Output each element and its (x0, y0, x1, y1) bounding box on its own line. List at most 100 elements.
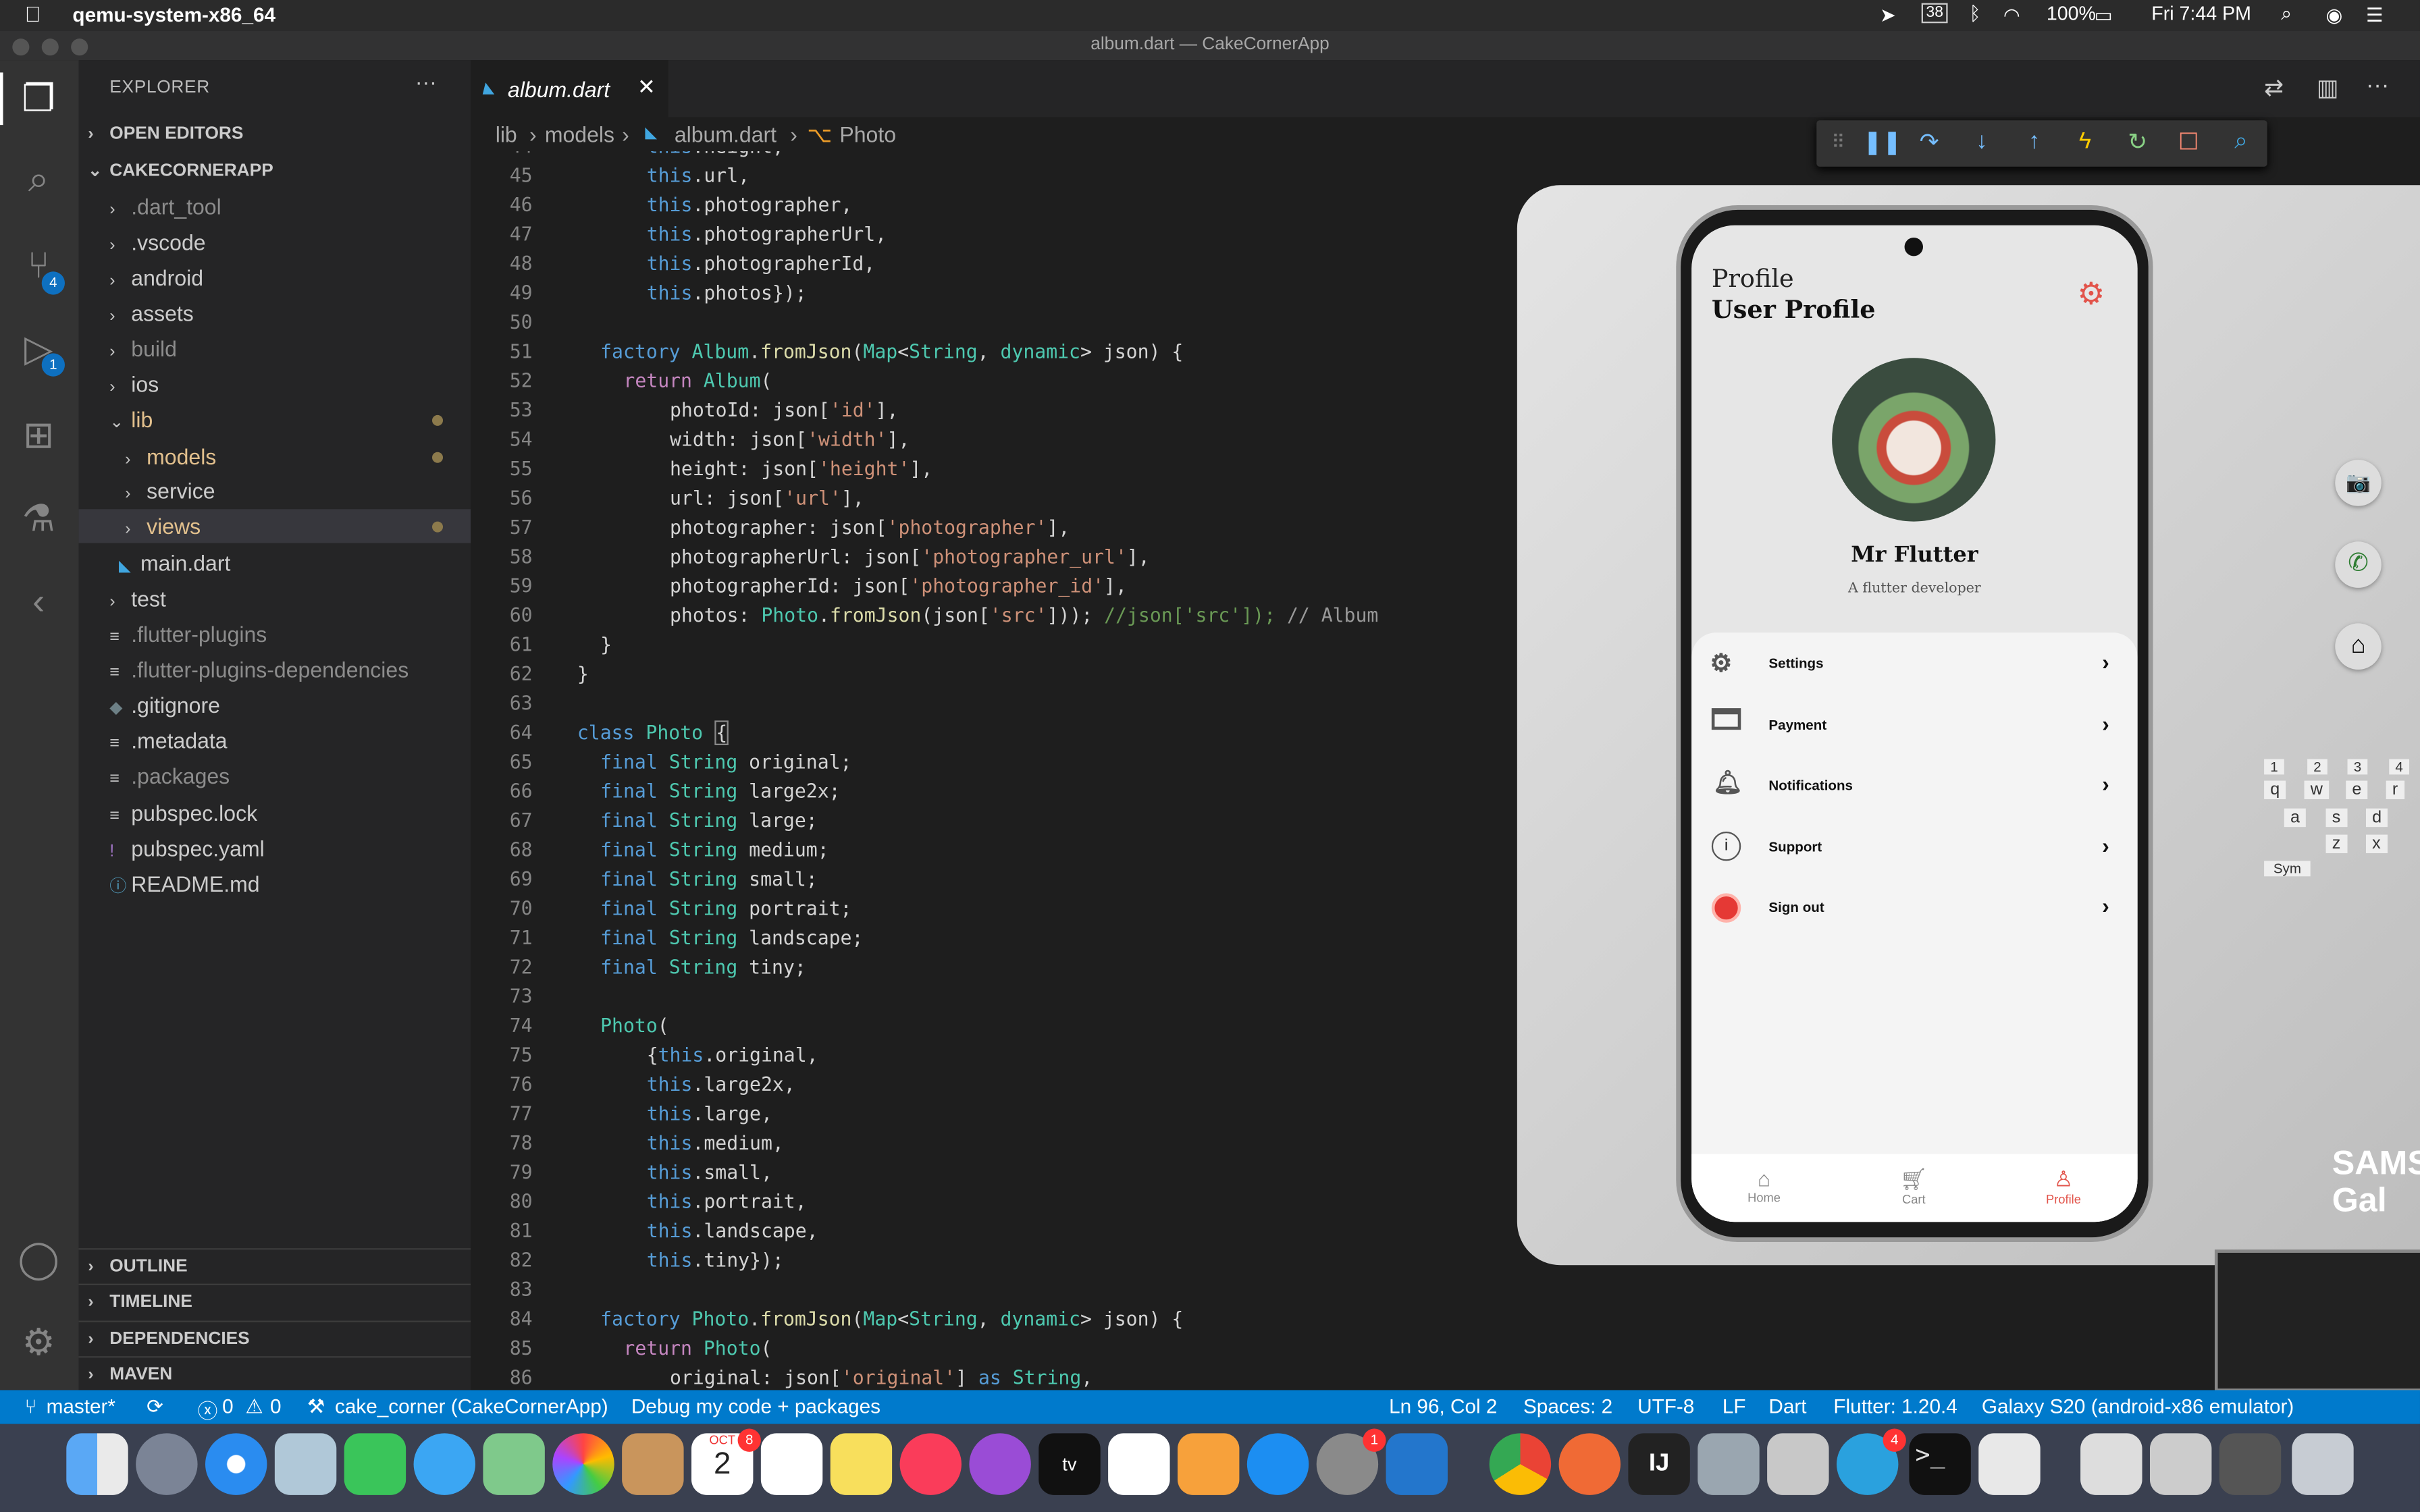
phone-icon[interactable]: ✆ (2335, 541, 2382, 588)
breadcrumb-item[interactable]: album.dart (675, 122, 777, 147)
error-count[interactable]: 0 (222, 1395, 234, 1418)
apple-icon[interactable]:  (25, 1, 41, 26)
downloads-stack-icon[interactable] (2080, 1433, 2142, 1495)
tab-album-dart[interactable]: ◣ album.dart ✕ (471, 60, 668, 117)
chrome-icon[interactable] (1489, 1433, 1552, 1495)
indentation[interactable]: Spaces: 2 (1523, 1395, 1612, 1418)
launch-config[interactable]: cake_corner (CakeCornerApp) (335, 1395, 608, 1418)
nav-profile[interactable]: ♙ Profile (2036, 1166, 2091, 1206)
flutter-version[interactable]: Flutter: 1.20.4 (1833, 1395, 1957, 1418)
postman-icon[interactable] (1558, 1433, 1621, 1495)
safari-icon[interactable] (205, 1433, 267, 1495)
search-icon[interactable]: ⌕ (2281, 3, 2292, 26)
launchpad-icon[interactable] (136, 1433, 198, 1495)
warning-count[interactable]: 0 (270, 1395, 282, 1418)
account-icon[interactable]: ◯ (14, 1236, 63, 1285)
more-icon[interactable]: ··· (2366, 72, 2389, 99)
apple-tv-icon[interactable]: tv (1038, 1433, 1101, 1495)
tree-item[interactable]: ≡ .packages (79, 759, 471, 793)
photos-icon[interactable] (552, 1433, 614, 1495)
explorer-icon[interactable]: ❐ (14, 76, 63, 125)
hot-reload-icon[interactable]: ϟ (2070, 128, 2101, 155)
gear-icon[interactable]: ⚙ (14, 1319, 63, 1368)
devtools-icon[interactable]: ⌕ (2226, 128, 2257, 155)
menu-notifications[interactable]: 🔔︎ Notifications › (1691, 755, 2138, 816)
pause-icon[interactable]: ❚❚ (1863, 128, 1901, 156)
minimize-window-button[interactable] (41, 38, 59, 56)
maven-section[interactable]: › MAVEN (78, 1356, 471, 1390)
tree-item-views[interactable]: › views (78, 509, 471, 543)
intellij-icon[interactable]: IJ (1628, 1433, 1690, 1495)
tree-item[interactable]: ≡ .flutter-plugins (79, 617, 471, 651)
siri-icon[interactable]: ◉ (2326, 3, 2343, 26)
dependencies-section[interactable]: › DEPENDENCIES (78, 1320, 471, 1355)
compare-icon[interactable]: ⇄ (2264, 74, 2284, 102)
cursor-position[interactable]: Ln 96, Col 2 (1389, 1395, 1497, 1418)
sync-icon[interactable]: ⟳ (147, 1395, 163, 1420)
menu-payment[interactable]: Payment › (1691, 695, 2138, 756)
tree-item[interactable]: ≡ pubspec.lock (79, 796, 471, 830)
extensions-icon[interactable]: ⊞ (14, 412, 63, 461)
line-ending[interactable]: LF (1722, 1395, 1746, 1418)
git-branch[interactable]: master* (47, 1395, 115, 1418)
tree-item-main-dart[interactable]: ◣ main.dart (79, 546, 471, 580)
home-key-icon[interactable]: ⌂ (2335, 623, 2382, 670)
terminal-icon[interactable]: >_ (1909, 1433, 1971, 1495)
tree-item[interactable]: ≡ .metadata (79, 724, 471, 757)
outline-section[interactable]: › OUTLINE (78, 1248, 471, 1282)
menu-support[interactable]: i Support › (1691, 816, 2138, 878)
timeline-section[interactable]: › TIMELINE (78, 1283, 471, 1318)
control-center-icon[interactable]: ☰ (2366, 3, 2384, 26)
split-editor-icon[interactable]: ▥ (2317, 74, 2338, 102)
testing-icon[interactable]: ⚗ (14, 495, 63, 545)
language-mode[interactable]: Dart (1768, 1395, 1806, 1418)
debug-mode[interactable]: Debug my code + packages (631, 1395, 880, 1418)
tree-item[interactable]: › assets (79, 296, 471, 330)
screenshots-stack-icon[interactable] (2149, 1433, 2212, 1495)
clock[interactable]: Fri 7:44 PM (2151, 3, 2251, 25)
search-icon[interactable]: ⌕ (14, 156, 63, 205)
step-into-icon[interactable]: ↓ (1966, 128, 1997, 155)
battery-icon[interactable]: ▭ (2095, 3, 2113, 26)
mail-icon[interactable] (274, 1433, 337, 1495)
settings-gear-icon[interactable]: ⚙ (2078, 275, 2105, 312)
app-store-icon[interactable] (1246, 1433, 1309, 1495)
project-section[interactable]: ⌄ CAKECORNERAPP (79, 155, 471, 188)
nav-home[interactable]: ⌂ Home (1744, 1166, 1784, 1205)
window-thumbnail-icon[interactable] (2219, 1433, 2282, 1495)
keychain-icon[interactable] (1767, 1433, 1829, 1495)
device-selector[interactable]: Galaxy S20 (android-x86 emulator) (1982, 1395, 2294, 1418)
encoding[interactable]: UTF-8 (1637, 1395, 1694, 1418)
messages-icon[interactable] (413, 1433, 475, 1495)
podcasts-icon[interactable] (969, 1433, 1031, 1495)
restart-icon[interactable]: ↻ (2122, 128, 2153, 156)
tree-item-service[interactable]: › service (79, 474, 471, 508)
numbers-icon[interactable] (1108, 1433, 1170, 1495)
trash-icon[interactable] (2292, 1433, 2354, 1495)
close-window-button[interactable] (12, 38, 30, 56)
tree-item[interactable]: ≡ .flutter-plugins-dependencies (79, 653, 471, 686)
preview-icon[interactable] (1698, 1433, 1760, 1495)
bluetooth-icon[interactable]: ᛒ (1970, 3, 1981, 25)
music-icon[interactable] (899, 1433, 962, 1495)
stop-icon[interactable]: ☐ (2173, 128, 2204, 156)
close-tab-icon[interactable]: ✕ (637, 74, 656, 101)
vscode-icon[interactable] (1386, 1433, 1448, 1495)
android-studio-icon[interactable] (1978, 1433, 2041, 1495)
drag-handle-icon[interactable]: ⠿ (1822, 131, 1853, 153)
step-out-icon[interactable]: ↑ (2019, 128, 2050, 155)
tree-item-lib[interactable]: ⌄ lib (79, 403, 471, 437)
breadcrumb-item[interactable]: Photo (839, 122, 896, 147)
facetime-icon[interactable] (344, 1433, 406, 1495)
maps-icon[interactable] (483, 1433, 545, 1495)
reminders-icon[interactable] (760, 1433, 823, 1495)
finder-icon[interactable] (66, 1433, 128, 1495)
flutter-icon[interactable]: ‹ (14, 578, 63, 628)
tree-item[interactable]: › android (79, 261, 471, 294)
tree-item[interactable]: › test (79, 582, 471, 616)
app-name[interactable]: qemu-system-x86_64 (72, 3, 275, 26)
notes-icon[interactable] (830, 1433, 893, 1495)
breadcrumb-item[interactable]: lib (496, 122, 517, 147)
tree-item[interactable]: ◆ .gitignore (79, 688, 471, 722)
more-actions-icon[interactable]: ··· (415, 70, 437, 94)
